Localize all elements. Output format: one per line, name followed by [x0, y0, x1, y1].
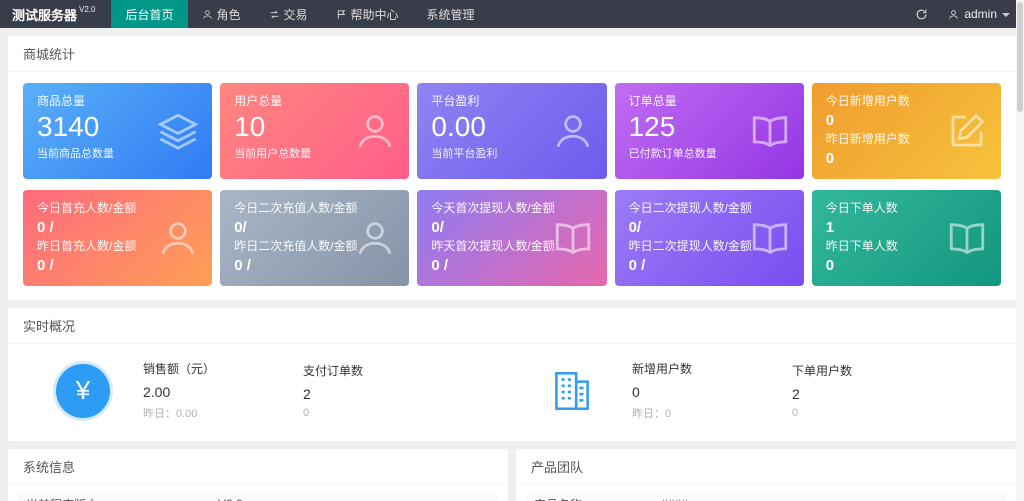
mall-stats-panel: 商城统计 商品总量 3140 当前商品总数量 用户总量 10 当前用户总数量 平…	[8, 36, 1016, 300]
table-row: 当前程序版本 V2.0	[18, 493, 498, 501]
brand-version: V2.0	[79, 5, 95, 14]
panel-title: 商城统计	[8, 36, 1016, 72]
panel-title: 实时概况	[8, 308, 1016, 344]
nav-item-label: 系统管理	[427, 6, 475, 23]
nav-item-home[interactable]: 后台首页	[111, 0, 187, 28]
stat-card-users-total: 用户总量 10 当前用户总数量	[220, 83, 409, 179]
stat-cards-grid: 商品总量 3140 当前商品总数量 用户总量 10 当前用户总数量 平台盈利 0…	[8, 72, 1016, 300]
metric-new-users: 新增用户数 0 昨日：0	[632, 360, 792, 421]
nav-item-label: 交易	[284, 6, 308, 23]
stat-card-second-recharge: 今日二次充值人数/金额 0/ 昨日二次充值人数/金额 0 /	[220, 190, 409, 286]
card-label-today: 今日新增用户数	[826, 94, 987, 109]
building-icon	[547, 366, 597, 416]
nav-item-label: 角色	[217, 6, 241, 23]
app-brand: 测试服务器V2.0	[0, 5, 111, 24]
chevron-down-icon	[1002, 13, 1010, 17]
card-label-today: 今日下单人数	[826, 201, 987, 216]
stat-card-first-recharge: 今日首充人数/金额 0 / 昨日首充人数/金额 0 /	[23, 190, 212, 286]
user-icon	[202, 9, 213, 20]
card-title: 订单总量	[629, 94, 790, 109]
stat-card-orders-total: 订单总量 125 已付款订单总数量	[615, 83, 804, 179]
nav-item-trade[interactable]: 交易	[255, 0, 322, 28]
scrollbar-thumb[interactable]	[1017, 2, 1023, 112]
nav-item-label: 后台首页	[125, 6, 173, 23]
edit-icon	[946, 110, 988, 152]
metric-sales: 销售额（元） 2.00 昨日：0.00	[143, 360, 303, 421]
user-icon	[354, 110, 396, 152]
stat-card-goods-total: 商品总量 3140 当前商品总数量	[23, 83, 212, 179]
metric-label: 支付订单数	[303, 362, 463, 379]
metric-label: 下单用户数	[792, 362, 952, 379]
system-info-panel: 系统信息 当前程序版本 V2.0 运行PHP版本 5.6.40 ThinkPHP…	[8, 449, 508, 501]
top-navbar: 测试服务器V2.0 后台首页 角色 交易 帮助中心 系统管理 admin	[0, 0, 1024, 28]
card-title: 平台盈利	[431, 94, 592, 109]
product-team-panel: 产品团队 产品名称 #### 在线体验 66666666666666666 官方…	[516, 449, 1016, 501]
realtime-sales-group: ¥ 销售额（元） 2.00 昨日：0.00 支付订单数 2 0	[23, 360, 512, 421]
trade-icon	[269, 9, 280, 20]
book-icon	[552, 217, 594, 259]
book-icon	[749, 110, 791, 152]
row-value: ####	[661, 497, 688, 501]
username: admin	[964, 7, 997, 21]
stat-card-second-withdraw: 今日二次提现人数/金额 0/ 昨日二次提现人数/金额 0 /	[615, 190, 804, 286]
yen-icon: ¥	[56, 364, 110, 418]
metric-value: 2	[303, 386, 463, 402]
metric-value: 2	[792, 386, 952, 402]
metric-sub: 0	[303, 407, 463, 419]
layers-icon	[157, 110, 199, 152]
card-title: 用户总量	[234, 94, 395, 109]
metric-label: 新增用户数	[632, 360, 792, 377]
realtime-panel: 实时概况 ¥ 销售额（元） 2.00 昨日：0.00 支付订单数 2 0 新增用…	[8, 308, 1016, 441]
metric-value: 0	[632, 384, 792, 400]
card-label-today: 今日首充人数/金额	[37, 201, 198, 216]
nav-item-help-center[interactable]: 帮助中心	[322, 0, 413, 28]
book-icon	[749, 217, 791, 259]
metric-sub: 0	[792, 407, 952, 419]
panel-title: 产品团队	[516, 449, 1016, 485]
nav-item-system-management[interactable]: 系统管理	[413, 0, 489, 28]
stat-card-new-users: 今日新增用户数 0 昨日新增用户数 0	[812, 83, 1001, 179]
metric-value: 2.00	[143, 384, 303, 400]
stat-card-first-withdraw: 今天首次提现人数/金额 0/ 昨天首次提现人数/金额 0 /	[417, 190, 606, 286]
card-label-today: 今天首次提现人数/金额	[431, 201, 592, 216]
flag-icon	[336, 9, 347, 20]
card-title: 商品总量	[37, 94, 198, 109]
user-menu[interactable]: admin	[948, 7, 1010, 21]
row-value: V2.0	[218, 497, 243, 501]
book-icon	[946, 217, 988, 259]
nav-item-roles[interactable]: 角色	[188, 0, 255, 28]
person-icon	[948, 9, 959, 20]
card-label-today: 今日二次充值人数/金额	[234, 201, 395, 216]
metric-sub: 昨日：0.00	[143, 405, 303, 421]
user-icon	[157, 217, 199, 259]
user-icon	[552, 110, 594, 152]
metric-sub: 昨日：0	[632, 405, 792, 421]
metric-label: 销售额（元）	[143, 360, 303, 377]
vertical-scrollbar	[1016, 0, 1024, 501]
metric-order-users: 下单用户数 2 0	[792, 362, 952, 419]
brand-title: 测试服务器	[12, 8, 77, 23]
panel-title: 系统信息	[8, 449, 508, 485]
user-icon	[354, 217, 396, 259]
row-label: 当前程序版本	[18, 496, 218, 501]
refresh-icon[interactable]	[915, 8, 928, 21]
card-label-today: 今日二次提现人数/金额	[629, 201, 790, 216]
stat-card-platform-profit: 平台盈利 0.00 当前平台盈利	[417, 83, 606, 179]
table-row: 产品名称 ####	[526, 493, 1006, 501]
stat-card-order-users: 今日下单人数 1 昨日下单人数 0	[812, 190, 1001, 286]
nav-item-label: 帮助中心	[351, 6, 399, 23]
realtime-users-group: 新增用户数 0 昨日：0 下单用户数 2 0	[512, 360, 1001, 421]
row-label: 产品名称	[526, 496, 661, 501]
metric-paid-orders: 支付订单数 2 0	[303, 362, 463, 419]
